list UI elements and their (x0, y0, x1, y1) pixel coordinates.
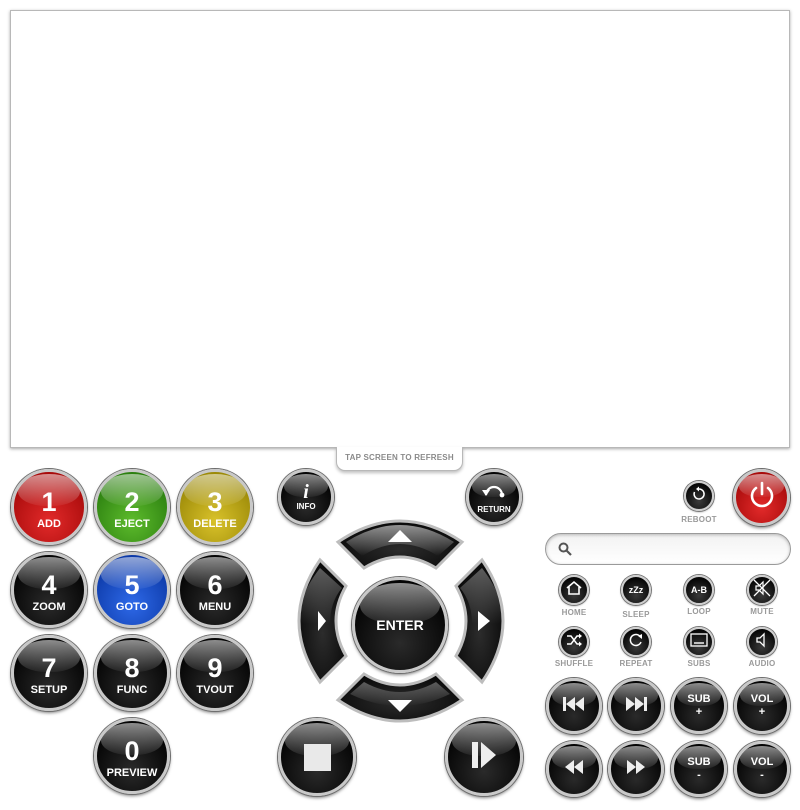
info-label: INFO (296, 502, 316, 511)
key-digit: 6 (207, 570, 223, 600)
power-icon (748, 481, 776, 514)
home-icon (565, 580, 583, 601)
sub-minus-top: SUB (687, 756, 711, 768)
tap-to-refresh-tab[interactable]: TAP SCREEN TO REFRESH (336, 447, 463, 471)
repeat-button[interactable] (621, 627, 651, 657)
key-digit: 3 (207, 487, 223, 517)
sleep-icon: zZz (628, 585, 644, 595)
key-digit: 5 (124, 570, 140, 600)
key-label: GOTO (115, 601, 149, 613)
subtitle-minus-button[interactable]: SUB - (671, 741, 727, 797)
key-6-menu-button[interactable]: 6 MENU (177, 552, 253, 628)
key-3-delete-button[interactable]: 3 DELETE (177, 469, 253, 545)
info-icon: i (303, 481, 309, 503)
key-0-preview-button[interactable]: 0 PREVIEW (94, 718, 170, 794)
key-digit: 4 (41, 570, 57, 600)
repeat-label: REPEAT (619, 659, 653, 668)
subtitle-plus-button[interactable]: SUB + (671, 678, 727, 734)
mute-label: MUTE (750, 607, 774, 616)
key-label: TVOUT (196, 684, 234, 696)
key-label: EJECT (114, 518, 150, 530)
fast-forward-icon (625, 759, 647, 780)
key-1-add-button[interactable]: 1 ADD (11, 469, 87, 545)
key-digit: 8 (124, 653, 140, 683)
repeat-icon (628, 632, 644, 653)
fast-forward-button[interactable] (608, 741, 664, 797)
skip-forward-icon (624, 696, 648, 717)
stop-button[interactable] (278, 718, 356, 796)
key-label: ADD (37, 518, 61, 530)
key-4-zoom-button[interactable]: 4 ZOOM (11, 552, 87, 628)
subs-button[interactable] (684, 627, 714, 657)
key-5-goto-button[interactable]: 5 GOTO (94, 552, 170, 628)
search-input[interactable] (578, 538, 782, 562)
skip-back-icon (562, 696, 586, 717)
subtitles-icon (690, 632, 708, 652)
shuffle-button[interactable] (559, 627, 589, 657)
key-digit: 1 (41, 487, 57, 517)
key-7-setup-button[interactable]: 7 SETUP (11, 635, 87, 711)
vol-minus-top: VOL (750, 756, 774, 768)
audio-button[interactable] (747, 627, 777, 657)
vol-plus-bottom: + (758, 706, 766, 718)
key-digit: 0 (124, 736, 140, 766)
sub-plus-bottom: + (695, 706, 703, 718)
key-label: FUNC (116, 684, 148, 696)
key-digit: 2 (124, 487, 140, 517)
search-icon (558, 542, 572, 561)
home-label: HOME (561, 608, 587, 617)
rewind-icon (563, 759, 585, 780)
vol-minus-bottom: - (760, 769, 764, 781)
return-icon (479, 481, 509, 504)
key-9-tvout-button[interactable]: 9 TVOUT (177, 635, 253, 711)
next-track-button[interactable] (608, 678, 664, 734)
reboot-icon (691, 486, 707, 507)
dpad-right-button[interactable] (454, 557, 505, 685)
key-digit: 7 (41, 653, 57, 683)
sub-minus-bottom: - (697, 769, 701, 781)
stop-icon (303, 743, 331, 771)
sub-plus-top: SUB (687, 693, 711, 705)
key-label: ZOOM (32, 601, 66, 613)
key-label: MENU (198, 601, 232, 613)
display-screen[interactable] (10, 10, 790, 448)
vol-plus-top: VOL (750, 693, 774, 705)
sleep-label: SLEEP (622, 610, 650, 619)
key-label: SETUP (30, 684, 68, 696)
mute-button[interactable] (747, 575, 777, 605)
search-bar[interactable] (545, 533, 791, 565)
mute-icon (753, 579, 771, 602)
loop-icon: A-B (691, 585, 707, 595)
previous-track-button[interactable] (546, 678, 602, 734)
home-button[interactable] (559, 575, 589, 605)
power-button[interactable] (733, 469, 790, 526)
shuffle-icon (566, 633, 582, 652)
volume-plus-button[interactable]: VOL + (734, 678, 790, 734)
play-pause-icon (470, 740, 498, 775)
audio-icon (754, 631, 770, 653)
volume-minus-button[interactable]: VOL - (734, 741, 790, 797)
reboot-button[interactable] (684, 481, 714, 511)
reboot-label: REBOOT (681, 515, 717, 524)
enter-button[interactable]: ENTER (352, 577, 448, 673)
audio-label: AUDIO (748, 659, 776, 668)
rewind-button[interactable] (546, 741, 602, 797)
key-8-func-button[interactable]: 8 FUNC (94, 635, 170, 711)
play-pause-button[interactable] (445, 718, 523, 796)
dpad-up-button[interactable] (335, 519, 465, 570)
sleep-button[interactable]: zZz (621, 575, 651, 605)
dpad-down-button[interactable] (335, 672, 465, 723)
loop-label: LOOP (687, 607, 711, 616)
subs-label: SUBS (687, 659, 711, 668)
key-label: DELETE (193, 518, 237, 530)
dpad-left-button[interactable] (297, 557, 348, 685)
loop-button[interactable]: A-B (684, 575, 714, 605)
shuffle-label: SHUFFLE (554, 659, 594, 668)
enter-label: ENTER (376, 617, 424, 633)
key-label: PREVIEW (106, 767, 158, 779)
key-digit: 9 (207, 653, 223, 683)
key-2-eject-button[interactable]: 2 EJECT (94, 469, 170, 545)
